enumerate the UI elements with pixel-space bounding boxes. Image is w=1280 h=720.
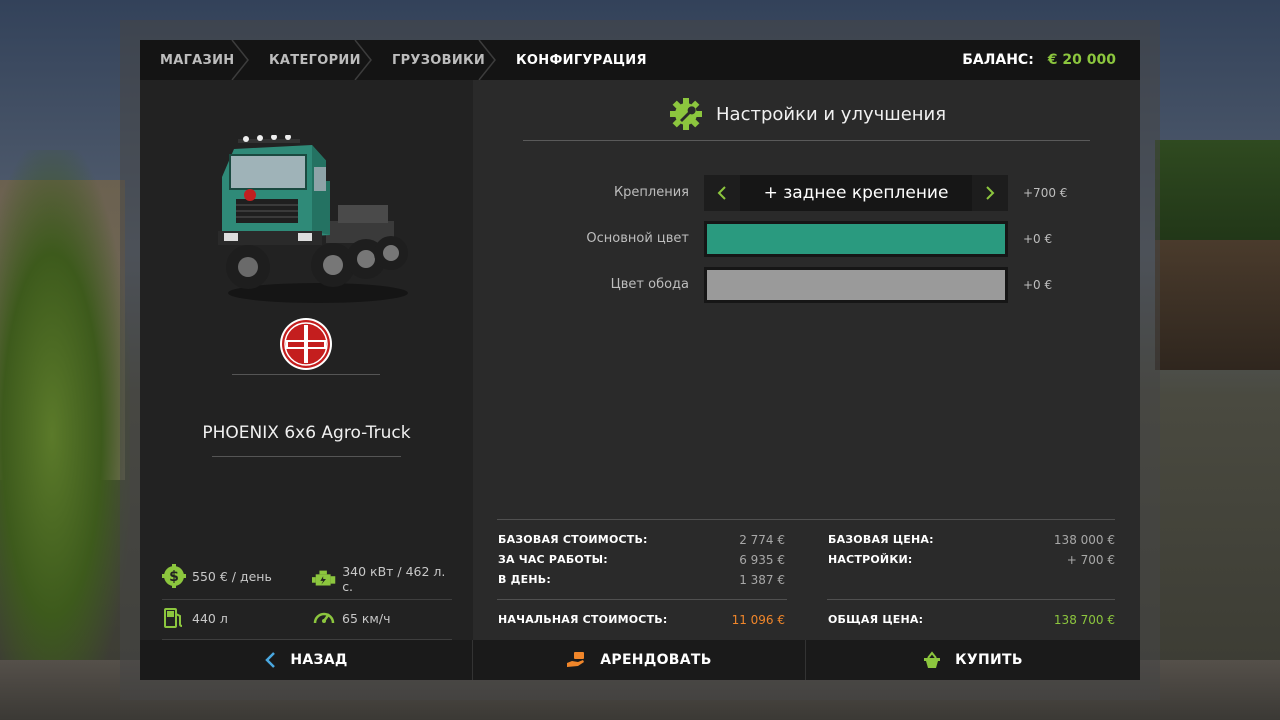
summary-value: + 700 € <box>1066 553 1115 567</box>
background-tree <box>0 150 130 720</box>
truck-image <box>214 135 408 303</box>
attachment-value: + заднее крепление <box>763 183 949 203</box>
shop-config-panel: МАГАЗИН КАТЕГОРИИ ГРУЗОВИКИ КОНФИГУРАЦИЯ… <box>140 40 1140 680</box>
balance-display: БАЛАНС: € 20 000 <box>962 40 1116 80</box>
divider <box>232 374 380 375</box>
total-price-label: ОБЩАЯ ЦЕНА: <box>828 613 924 626</box>
summary-value: 6 935 € <box>739 553 785 567</box>
initial-cost-label: НАЧАЛЬНАЯ СТОИМОСТЬ: <box>498 613 668 626</box>
summary-value: 1 387 € <box>739 573 785 587</box>
divider <box>212 456 401 457</box>
spec-fuel: 440 л <box>162 606 228 630</box>
config-row-rim-color: Цвет обода +0 € <box>473 265 1140 305</box>
buy-button[interactable]: КУПИТЬ <box>806 640 1140 680</box>
spec-speed: 65 км/ч <box>312 606 390 630</box>
vehicle-name: PHOENIX 6x6 Agro-Truck <box>202 423 411 443</box>
rim-color-fill <box>707 270 1005 300</box>
chevron-left-icon <box>717 186 726 200</box>
title-divider <box>523 140 1090 141</box>
breadcrumb-configuration: КОНФИГУРАЦИЯ <box>516 52 647 68</box>
config-price-base-color: +0 € <box>1023 232 1053 246</box>
balance-value: € 20 000 <box>1047 52 1116 68</box>
breadcrumb-categories[interactable]: КАТЕГОРИИ <box>240 40 372 80</box>
summary-divider <box>497 519 1115 520</box>
summary-divider <box>827 599 1115 600</box>
spec-power: 340 кВт / 462 л. с. <box>312 564 452 594</box>
breadcrumb-shop[interactable]: МАГАЗИН <box>140 40 249 80</box>
summary-value: 2 774 € <box>739 533 785 547</box>
balance-label: БАЛАНС: <box>962 52 1034 68</box>
breadcrumb: МАГАЗИН КАТЕГОРИИ ГРУЗОВИКИ КОНФИГУРАЦИЯ… <box>140 40 1140 80</box>
spec-daily-cost: $ 550 € / день <box>162 564 272 588</box>
summary-value: 138 000 € <box>1053 533 1115 547</box>
tatra-logo-icon <box>280 318 332 370</box>
config-label-attachments: Крепления <box>613 185 689 200</box>
breadcrumb-trucks[interactable]: ГРУЗОВИКИ <box>363 40 496 80</box>
summary-label: ЗА ЧАС РАБОТЫ: <box>498 553 608 566</box>
lease-button[interactable]: АРЕНДОВАТЬ <box>473 640 806 680</box>
attachment-selector: + заднее крепление <box>704 175 1008 211</box>
lease-hand-icon <box>567 652 585 667</box>
money-gear-icon: $ <box>162 564 186 588</box>
speedometer-icon <box>313 612 335 624</box>
config-price-rim-color: +0 € <box>1023 278 1053 292</box>
summary-label: В ДЕНЬ: <box>498 573 551 586</box>
base-color-fill <box>707 224 1005 254</box>
wrench-gear-icon <box>670 98 702 130</box>
summary-label: НАСТРОЙКИ: <box>828 553 913 566</box>
chevron-right-icon <box>986 186 995 200</box>
engine-icon <box>312 570 336 586</box>
total-price-value: 138 700 € <box>1053 613 1115 627</box>
background-shed <box>1155 240 1280 370</box>
action-bar: НАЗАД АРЕНДОВАТЬ КУПИТЬ <box>140 640 1140 680</box>
rim-color-swatch[interactable] <box>704 267 1008 303</box>
config-row-attachments: Крепления + заднее крепление +700 € <box>473 173 1140 213</box>
fuel-pump-icon <box>164 608 183 628</box>
config-price-attachments: +700 € <box>1023 186 1068 200</box>
back-button[interactable]: НАЗАД <box>140 640 473 680</box>
config-title: Настройки и улучшения <box>670 98 946 130</box>
chevron-left-icon <box>265 652 276 668</box>
base-color-swatch[interactable] <box>704 221 1008 257</box>
config-label-rim-color: Цвет обода <box>610 277 689 292</box>
initial-cost-value: 11 096 € <box>731 613 785 627</box>
summary-divider <box>497 599 787 600</box>
summary-label: БАЗОВАЯ ЦЕНА: <box>828 533 934 546</box>
config-row-base-color: Основной цвет +0 € <box>473 219 1140 259</box>
svg-text:$: $ <box>169 569 179 585</box>
summary-label: БАЗОВАЯ СТОИМОСТЬ: <box>498 533 648 546</box>
divider <box>162 599 452 600</box>
next-option-button[interactable] <box>972 175 1008 211</box>
basket-icon <box>924 651 941 668</box>
vehicle-info-column: PHOENIX 6x6 Agro-Truck $ 550 € / день 34… <box>140 80 473 640</box>
prev-option-button[interactable] <box>704 175 740 211</box>
config-label-base-color: Основной цвет <box>586 231 689 246</box>
